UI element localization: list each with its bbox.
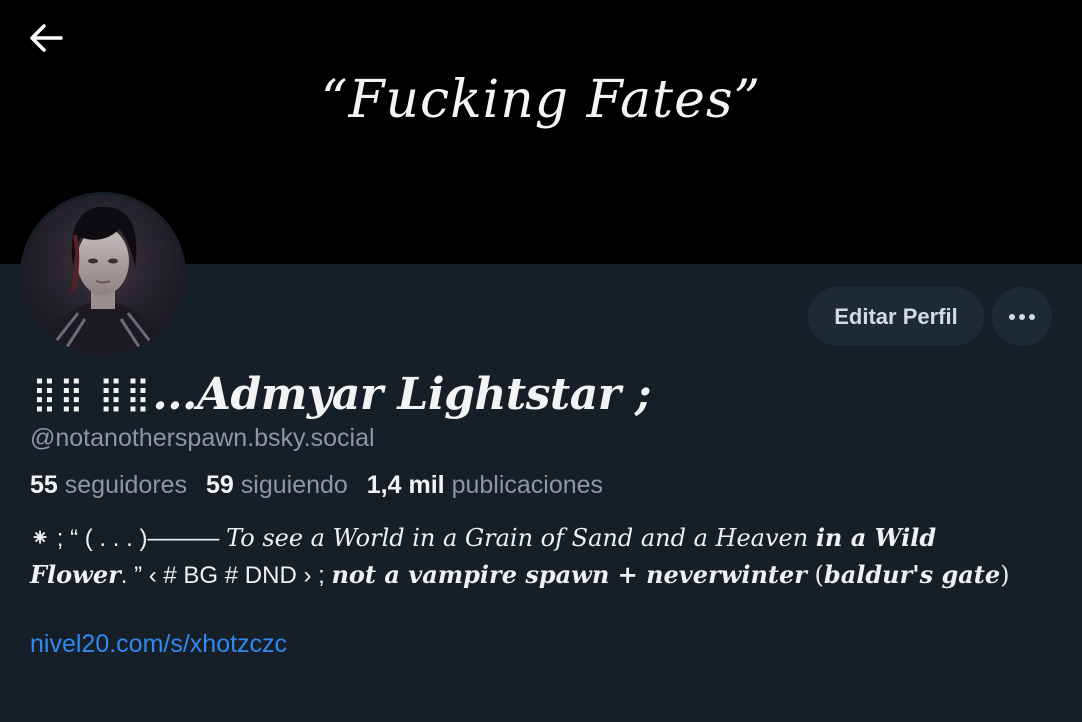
bio-part-1: ⁕ ; “ ( . . . )——— xyxy=(30,525,227,552)
profile-stats: 55 seguidores 59 siguiendo 1,4 mil publi… xyxy=(30,471,615,500)
display-name-prefix: ⣿⣿ ⣿⣿ xyxy=(32,374,153,414)
bio-part-2: To see a World in a Grain of Sand and a … xyxy=(226,524,816,552)
bio-part-7: baldur's gate xyxy=(823,560,1001,589)
bio-part-8: ) xyxy=(1000,561,1010,589)
followers-count: 55 xyxy=(30,471,58,499)
back-button[interactable] xyxy=(20,18,72,58)
profile-bio: ⁕ ; “ ( . . . )——— To see a World in a G… xyxy=(30,520,1020,594)
more-horizontal-icon xyxy=(1009,313,1035,320)
bio-part-4: . ” ‹ # BG # DND › ; xyxy=(120,562,332,589)
display-name-text: ...Admyar Lightstar ; xyxy=(152,368,651,420)
followers-label: seguidores xyxy=(64,471,188,499)
display-name: ⣿⣿ ⣿⣿ ...Admyar Lightstar ; xyxy=(32,366,651,422)
following-stat[interactable]: 59 siguiendo xyxy=(206,471,360,499)
profile-handle: @notanotherspawn.bsky.social xyxy=(30,424,375,452)
avatar[interactable] xyxy=(20,192,186,358)
banner-text: “Fucking Fates” xyxy=(320,70,762,130)
avatar-image xyxy=(23,195,183,355)
following-count: 59 xyxy=(206,471,234,499)
more-options-button[interactable] xyxy=(992,287,1052,346)
edit-profile-button[interactable]: Editar Perfil xyxy=(808,287,984,346)
posts-stat: 1,4 mil publicaciones xyxy=(367,471,615,499)
posts-count: 1,4 mil xyxy=(366,471,445,499)
bio-part-5: not a vampire spawn + neverwinter xyxy=(331,560,807,589)
profile-link[interactable]: nivel20.com/s/xhotzczc xyxy=(30,630,287,659)
bio-part-6: ( xyxy=(806,561,824,589)
posts-label: publicaciones xyxy=(451,471,604,499)
arrow-left-icon xyxy=(30,24,63,52)
following-label: siguiendo xyxy=(240,471,348,499)
followers-stat[interactable]: 55 seguidores xyxy=(30,471,199,499)
